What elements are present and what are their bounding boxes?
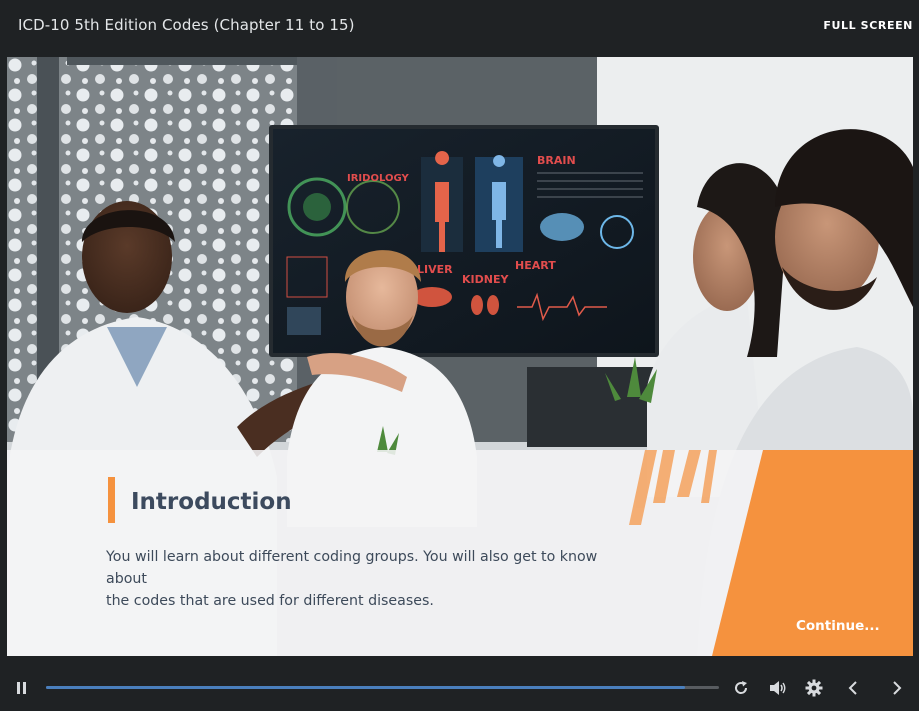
- screen-label-heart: HEART: [515, 259, 556, 272]
- fullscreen-button[interactable]: FULL SCREEN: [823, 19, 913, 32]
- body-line: You will learn about different coding gr…: [106, 549, 598, 587]
- screen-label-iridology: IRIDOLOGY: [347, 173, 409, 184]
- course-title: ICD-10 5th Edition Codes (Chapter 11 to …: [18, 16, 355, 34]
- screen-label-liver: LIVER: [417, 263, 453, 276]
- volume-icon[interactable]: [769, 680, 787, 696]
- body-line: the codes that are used for different di…: [106, 593, 434, 609]
- previous-icon[interactable]: [847, 680, 859, 696]
- screen-label-brain: BRAIN: [537, 154, 576, 167]
- continue-button[interactable]: Continue...: [796, 618, 880, 634]
- slide-heading: Introduction: [131, 489, 292, 515]
- next-icon[interactable]: [891, 680, 903, 696]
- screen-label-kidney: KIDNEY: [462, 273, 509, 286]
- settings-icon[interactable]: [805, 679, 823, 697]
- progress-bar-fill: [46, 686, 686, 689]
- slide-body-text: You will learn about different coding gr…: [106, 546, 626, 612]
- pause-icon[interactable]: [16, 681, 28, 695]
- slide-stage: IRIDOLOGY BRAIN LIVER KIDNEY HEART Intro…: [7, 57, 913, 656]
- progress-bar[interactable]: [46, 686, 719, 689]
- player-controls: [0, 662, 919, 711]
- heading-accent-bar: [108, 477, 115, 523]
- replay-icon[interactable]: [733, 680, 749, 696]
- top-bar: ICD-10 5th Edition Codes (Chapter 11 to …: [0, 0, 919, 57]
